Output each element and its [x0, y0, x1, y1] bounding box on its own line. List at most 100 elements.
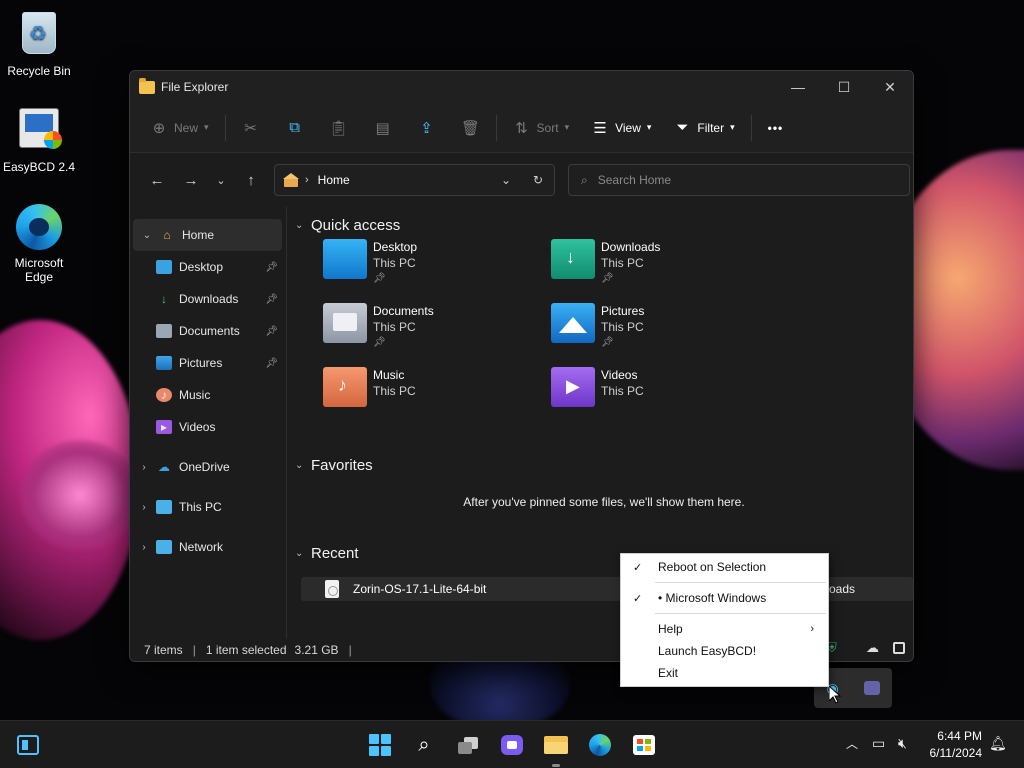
edge-icon: [15, 204, 63, 252]
recent-locations-button[interactable]: ⌄: [208, 165, 234, 195]
nav-item-videos[interactable]: ▸ Videos: [130, 411, 286, 443]
start-button[interactable]: [364, 729, 396, 761]
trash-icon: 🗑︎: [461, 119, 481, 137]
nav-item-label: Videos: [179, 420, 216, 434]
address-history-button[interactable]: ⌄: [490, 165, 522, 195]
navigation-pane: ⌄ ⌂ Home Desktop 📌︎ ↓ Downloads 📌︎ Docum…: [130, 207, 287, 639]
music-icon: ♪: [156, 388, 172, 402]
search-box[interactable]: ⌕: [568, 164, 910, 196]
chat-button[interactable]: [496, 729, 528, 761]
folder-icon: [139, 77, 155, 94]
nav-item-downloads[interactable]: ↓ Downloads 📌︎: [130, 283, 286, 315]
see-more-button[interactable]: •••: [762, 112, 790, 144]
quick-access-item-downloads[interactable]: ↓ Downloads This PC 📌︎: [551, 239, 660, 287]
network-tray-icon[interactable]: ▭: [872, 735, 885, 752]
easybcd-context-menu: ✓ Reboot on Selection ✓ • Microsoft Wind…: [620, 553, 829, 687]
computer-icon: [156, 500, 172, 514]
quick-access-item-pictures[interactable]: Pictures This PC 📌︎: [551, 303, 644, 351]
chevron-down-icon: ⌄: [295, 219, 304, 231]
rename-button[interactable]: ▤: [368, 112, 398, 144]
quick-access-item-videos[interactable]: ▶ Videos This PC: [551, 367, 644, 407]
notification-bell-icon[interactable]: 🔔︎: [989, 735, 1007, 752]
cloud-offline-tray-icon[interactable]: ☁: [866, 640, 879, 656]
refresh-button[interactable]: ↻: [522, 165, 554, 195]
search-taskbar-button[interactable]: ⌕: [408, 729, 440, 761]
filter-button[interactable]: ⏷ Filter ▾: [667, 112, 740, 144]
quick-access-item-desktop[interactable]: Desktop This PC 📌︎: [323, 239, 417, 287]
up-button[interactable]: ↑: [234, 165, 268, 195]
menu-item-label: Reboot on Selection: [658, 560, 767, 574]
recycle-bin-icon: [15, 12, 63, 60]
picture-icon: [156, 356, 172, 370]
title-bar[interactable]: File Explorer — ☐ ✕: [130, 71, 913, 103]
view-button[interactable]: ☰ View ▾: [585, 112, 657, 144]
chevron-down-icon: ▾: [730, 122, 735, 132]
volume-muted-icon[interactable]: 🔇︎: [898, 735, 907, 752]
edge-taskbar-button[interactable]: [584, 729, 616, 761]
filter-label: Filter: [697, 120, 725, 135]
minimize-button[interactable]: —: [775, 71, 821, 103]
pin-icon: 📌︎: [265, 357, 278, 369]
cut-button[interactable]: ✂: [236, 112, 266, 144]
window-title: File Explorer: [161, 80, 229, 94]
new-button[interactable]: ⊕ New ▾: [144, 112, 215, 144]
nav-item-music[interactable]: ♪ Music: [130, 379, 286, 411]
nav-item-desktop[interactable]: Desktop 📌︎: [130, 251, 286, 283]
menu-item-microsoft-windows[interactable]: ✓ • Microsoft Windows: [621, 587, 828, 609]
widgets-button[interactable]: [12, 729, 44, 761]
recent-file-name: Zorin-OS-17.1-Lite-64-bit: [353, 582, 487, 596]
menu-separator: [655, 613, 826, 614]
favorites-empty-message: After you've pinned some files, we'll sh…: [463, 495, 745, 509]
nav-item-label: Downloads: [179, 292, 239, 306]
sort-label: Sort: [536, 120, 559, 135]
quick-access-item-documents[interactable]: Documents This PC 📌︎: [323, 303, 434, 351]
copy-button[interactable]: ⧉: [280, 112, 310, 144]
section-favorites[interactable]: ⌄ Favorites: [295, 451, 913, 479]
taskbar: ⌕ ︿ ▭ 🔇︎ 6:44 PM 6/11/2024 🔔︎: [0, 720, 1024, 768]
nav-item-this-pc[interactable]: › This PC: [130, 491, 286, 523]
chevron-down-icon: ⌄: [500, 173, 512, 187]
arrow-right-icon: →: [183, 171, 199, 189]
maximize-button[interactable]: ☐: [821, 71, 867, 103]
search-input[interactable]: [597, 173, 878, 187]
desktop-icon-recycle-bin[interactable]: Recycle Bin: [1, 8, 77, 78]
chevron-down-icon: ▾: [564, 122, 570, 132]
nav-item-documents[interactable]: Documents 📌︎: [130, 315, 286, 347]
nav-item-onedrive[interactable]: › ☁ OneDrive: [130, 451, 286, 483]
quick-access-item-music[interactable]: ♪ Music This PC: [323, 367, 416, 407]
clock-time: 6:44 PM: [937, 729, 982, 743]
desktop-icon-edge[interactable]: Microsoft Edge: [1, 204, 77, 284]
system-clock[interactable]: 6:44 PM 6/11/2024: [930, 728, 983, 762]
sort-button[interactable]: ⇅ Sort ▾: [507, 112, 576, 144]
nav-item-pictures[interactable]: Pictures 📌︎: [130, 347, 286, 379]
section-quick-access[interactable]: ⌄ Quick access: [295, 211, 913, 239]
address-bar[interactable]: › Home ⌄ ↻: [274, 164, 555, 196]
menu-item-launch-easybcd[interactable]: Launch EasyBCD!: [621, 640, 828, 662]
video-icon: ▸: [156, 420, 172, 434]
close-button[interactable]: ✕: [867, 71, 913, 103]
task-view-button[interactable]: [452, 729, 484, 761]
display-tray-icon[interactable]: [893, 642, 905, 654]
wallpaper-bloom-left-inner: [20, 440, 140, 550]
back-button[interactable]: ←: [140, 165, 174, 195]
status-divider: |: [348, 643, 352, 657]
menu-item-exit[interactable]: Exit: [621, 662, 828, 684]
nav-item-network[interactable]: › Network: [130, 531, 286, 563]
share-button[interactable]: ⇪: [412, 112, 442, 144]
paste-button[interactable]: 📋︎: [324, 112, 354, 144]
selection-size: 3.21 GB: [294, 643, 339, 657]
menu-item-help[interactable]: Help ›: [621, 618, 828, 640]
teams-tray-icon[interactable]: [863, 681, 880, 695]
menu-item-reboot-on-selection[interactable]: ✓ Reboot on Selection: [621, 556, 828, 578]
delete-button[interactable]: 🗑︎: [456, 112, 486, 144]
nav-item-home[interactable]: ⌄ ⌂ Home: [133, 219, 282, 251]
forward-button[interactable]: →: [174, 165, 208, 195]
refresh-icon: ↻: [532, 173, 544, 187]
desktop-folder-icon: [323, 239, 367, 279]
chevron-up-icon[interactable]: ︿: [846, 735, 858, 752]
breadcrumb-home[interactable]: Home: [318, 173, 350, 187]
pin-icon: 📌︎: [601, 337, 614, 348]
file-explorer-taskbar-button[interactable]: [540, 729, 572, 767]
store-taskbar-button[interactable]: [628, 729, 660, 761]
desktop-icon-easybcd[interactable]: EasyBCD 2.4: [1, 104, 77, 174]
